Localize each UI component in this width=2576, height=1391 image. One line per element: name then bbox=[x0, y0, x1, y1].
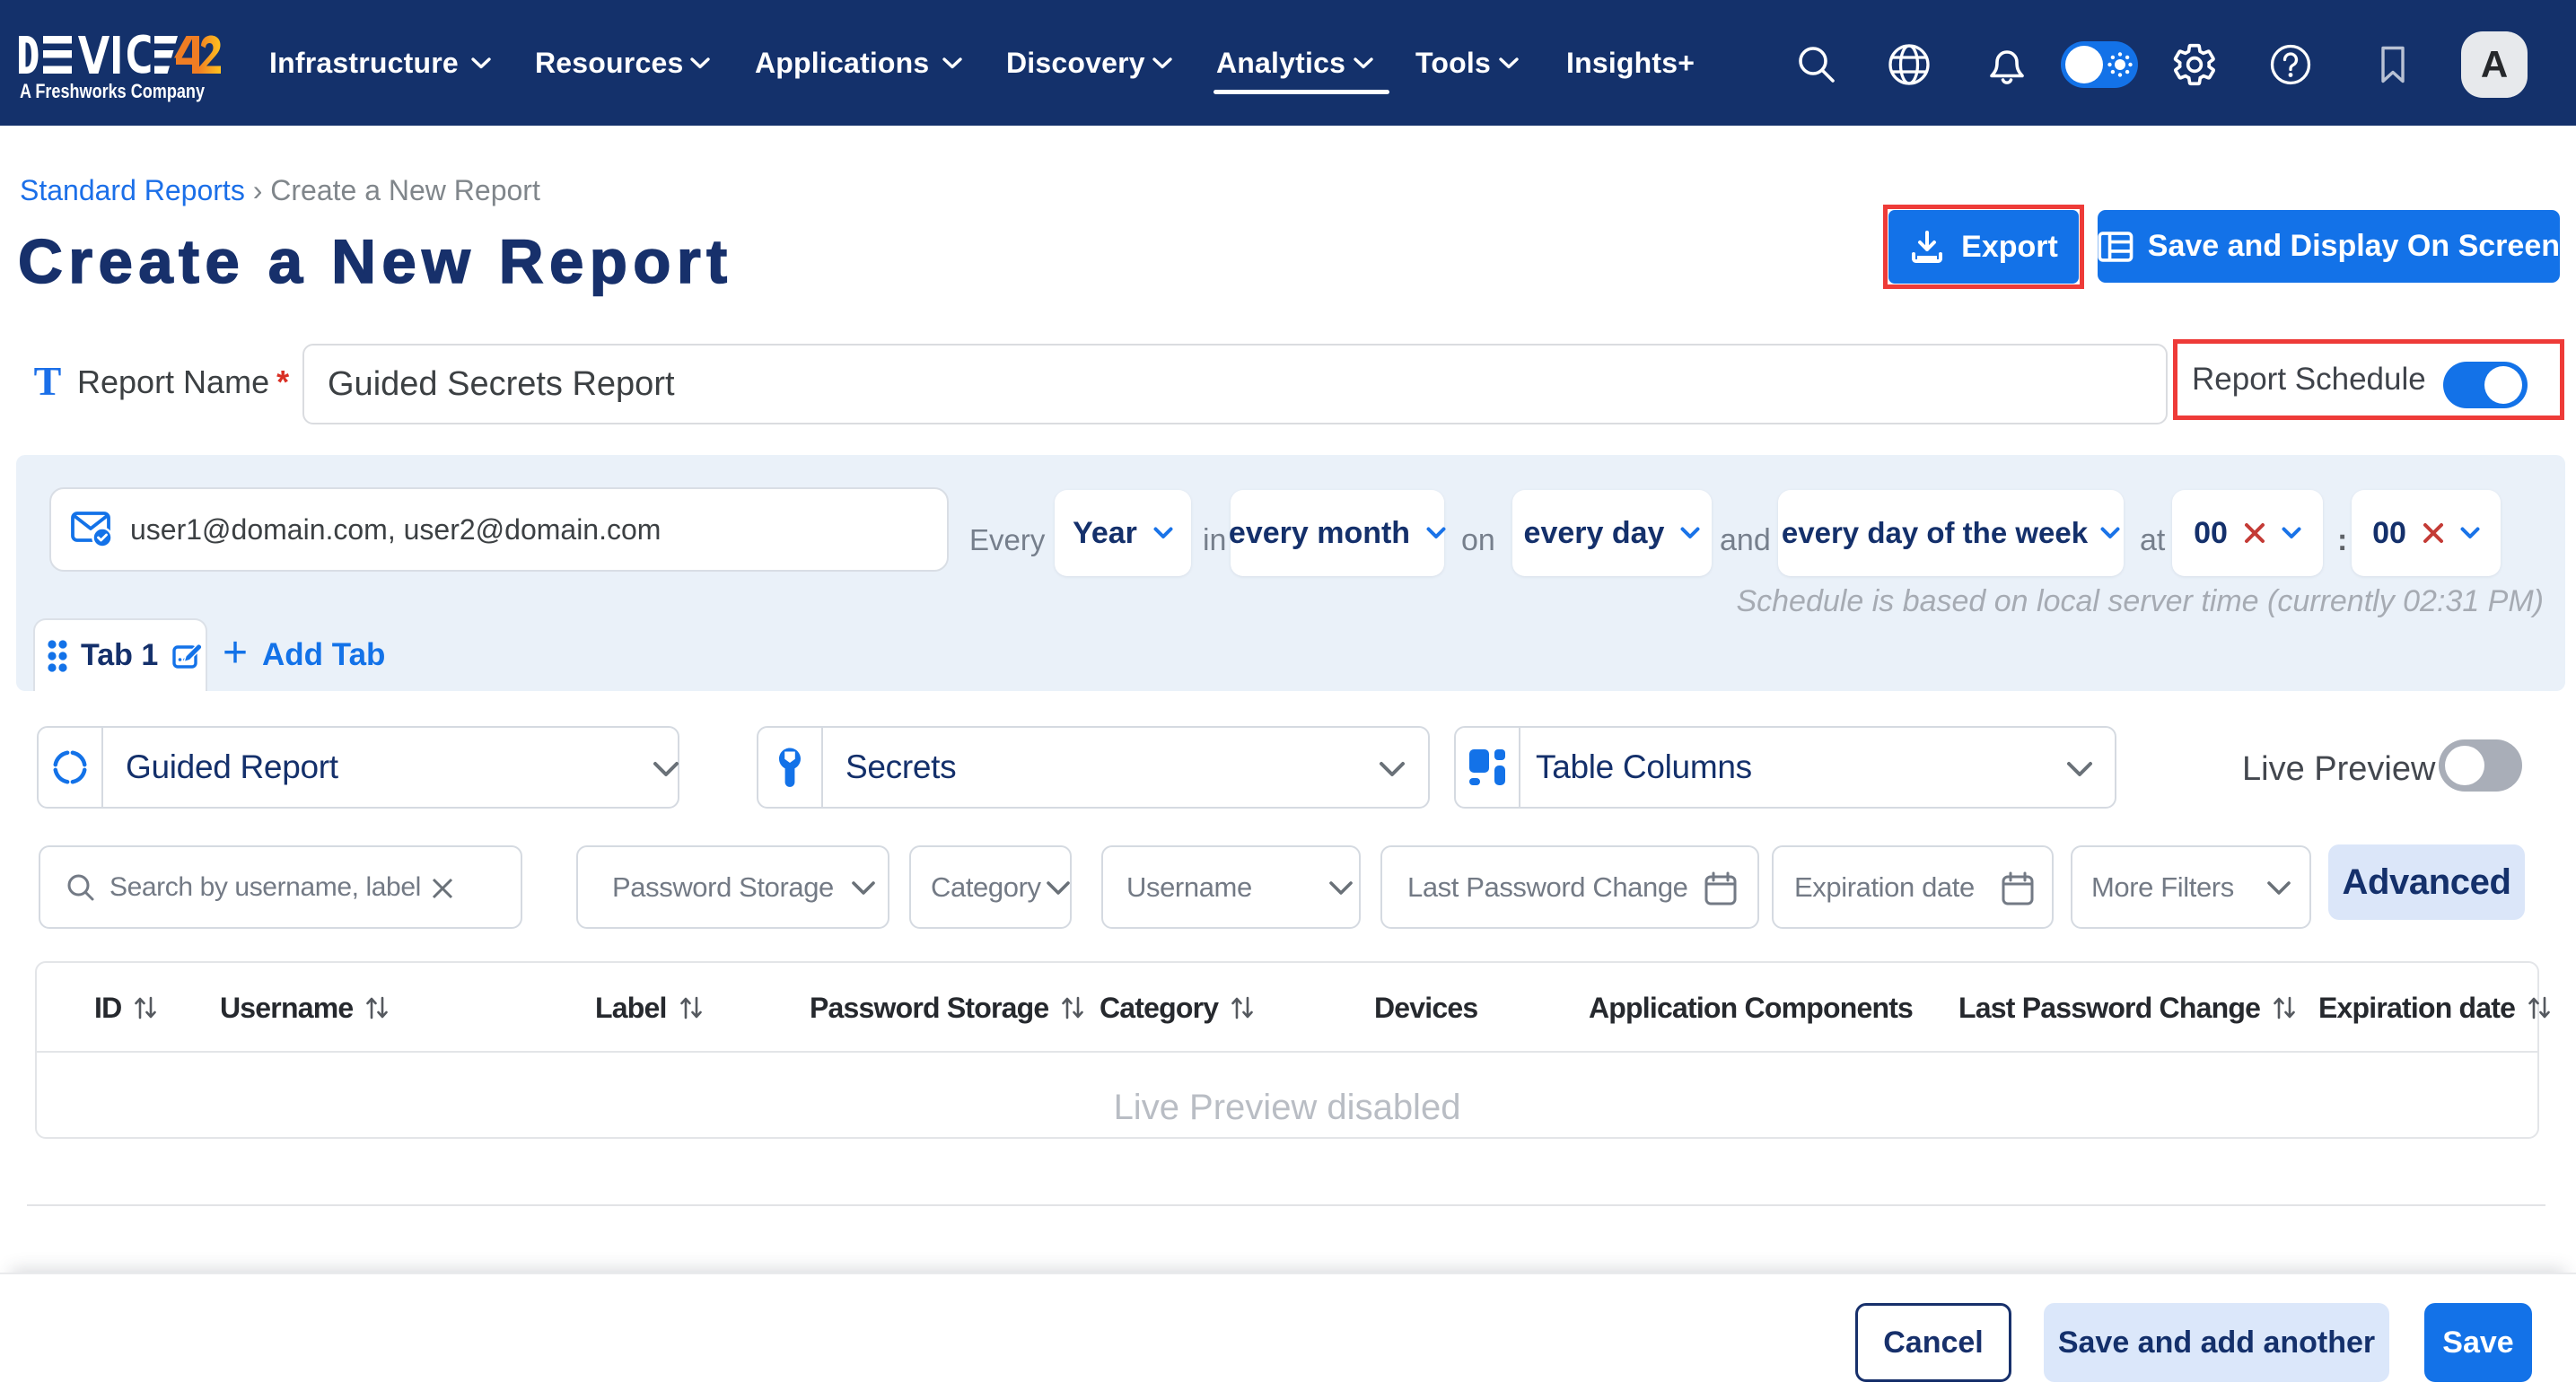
svg-text:A Freshworks Company: A Freshworks Company bbox=[20, 80, 205, 102]
